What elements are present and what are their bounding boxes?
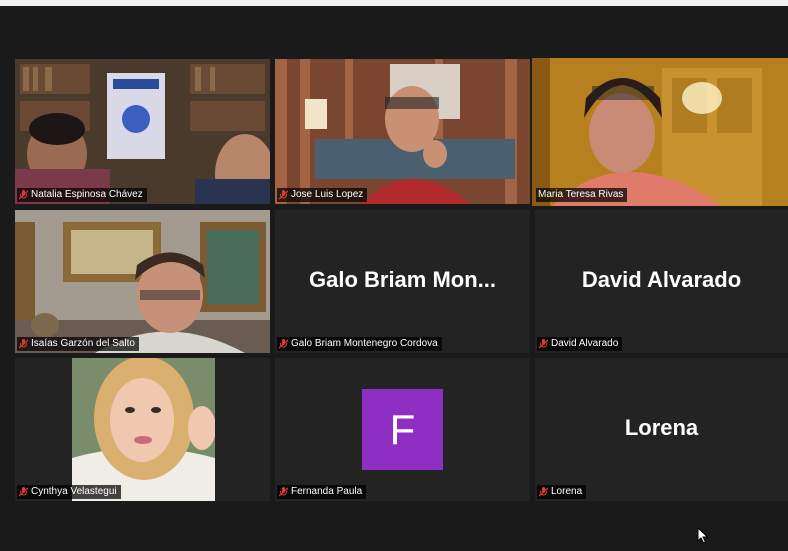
mouse-cursor-icon [697,526,709,549]
participant-name-bar: Jose Luis Lopez [277,188,368,202]
participant-name-bar: Lorena [537,485,587,499]
participant-name-bar: Cynthya Velastegui [17,485,121,499]
video-feed [15,59,270,204]
participant-tile-lorena[interactable]: Lorena Lorena [535,358,788,501]
video-feed [15,210,270,353]
participant-tile-maria-teresa[interactable]: Maria Teresa Rivas [532,58,788,206]
participant-display-name: Lorena [624,414,699,440]
mic-muted-icon [539,339,548,349]
video-feed [532,58,788,206]
participant-name: Jose Luis Lopez [291,189,364,200]
participant-tile-cynthya[interactable]: Cynthya Velastegui [15,358,270,501]
participant-name-bar: Fernanda Paula [277,485,367,499]
mic-muted-icon [279,190,288,200]
participant-display-name: David Alvarado [581,266,742,292]
participant-tile-jose-luis[interactable]: Jose Luis Lopez [275,59,530,204]
participant-name: Cynthya Velastegui [31,486,117,497]
participant-tile-isaias[interactable]: Isaías Garzón del Salto [15,210,270,353]
video-feed [72,358,215,501]
window-top-bar [0,0,788,6]
participant-name-bar: Natalia Espinosa Chávez [17,188,147,202]
participant-name-bar: Isaías Garzón del Salto [17,337,139,351]
participant-tile-galo[interactable]: Galo Briam Mon... Galo Briam Montenegro … [275,210,530,353]
participant-name: Lorena [551,486,583,497]
video-feed [275,59,530,204]
mic-muted-icon [539,487,548,497]
participant-tile-david[interactable]: David Alvarado David Alvarado [535,210,788,353]
avatar: F [362,389,443,470]
mic-muted-icon [19,339,28,349]
participant-name: Natalia Espinosa Chávez [31,189,143,200]
participant-name: Isaías Garzón del Salto [31,338,135,349]
participant-name-bar: Maria Teresa Rivas [536,188,628,202]
mic-muted-icon [19,190,28,200]
participant-name: Fernanda Paula [291,486,363,497]
participant-name-bar: David Alvarado [537,337,623,351]
participant-name: Galo Briam Montenegro Cordova [291,338,438,349]
participant-tile-natalia[interactable]: Natalia Espinosa Chávez [15,59,270,204]
participant-name-bar: Galo Briam Montenegro Cordova [277,337,442,351]
participant-display-name: Galo Briam Mon... [308,266,497,292]
participant-tile-fernanda[interactable]: F Fernanda Paula [275,358,530,501]
participant-name: David Alvarado [551,338,619,349]
mic-muted-icon [279,487,288,497]
mic-muted-icon [279,339,288,349]
mic-muted-icon [19,487,28,497]
avatar-letter: F [389,405,416,453]
participant-name: Maria Teresa Rivas [538,189,624,200]
